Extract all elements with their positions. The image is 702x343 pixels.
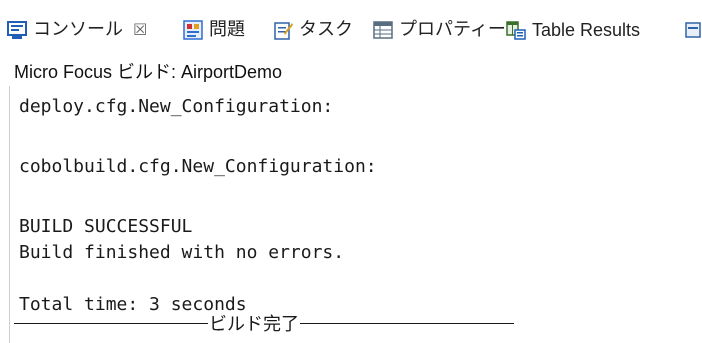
divider-rule-right xyxy=(300,322,514,324)
console-title: Micro Focus ビルド: AirportDemo xyxy=(14,62,283,82)
problems-icon xyxy=(182,19,204,41)
console-view: コンソール ☒ 問題 タスク プロパティー Table Results Micr… xyxy=(0,0,702,343)
properties-icon xyxy=(372,19,394,41)
tab-problems[interactable]: 問題 xyxy=(182,12,245,48)
divider-rule-left xyxy=(14,322,208,324)
table-results-icon xyxy=(505,19,527,41)
tab-console[interactable]: コンソール ☒ xyxy=(6,12,147,48)
tab-console-label: コンソール xyxy=(33,19,123,40)
tab-table-results[interactable]: Table Results xyxy=(505,12,640,48)
console-line-build-status: BUILD SUCCESSFUL xyxy=(19,216,193,237)
build-complete-label: ビルド完了 xyxy=(209,314,299,335)
console-line-build-finished: Build finished with no errors. xyxy=(19,242,345,263)
tab-properties[interactable]: プロパティー xyxy=(372,12,506,48)
tab-overflow[interactable] xyxy=(684,12,702,48)
console-icon xyxy=(6,19,28,41)
console-output[interactable]: deploy.cfg.New_Configuration: cobolbuild… xyxy=(19,94,699,318)
build-complete-divider: ビルド完了 xyxy=(14,310,514,336)
tab-table-results-label: Table Results xyxy=(532,20,641,40)
console-left-border xyxy=(9,86,10,343)
tab-tasks-label: タスク xyxy=(299,19,353,40)
tab-tasks[interactable]: タスク xyxy=(272,12,353,48)
console-line-deploy: deploy.cfg.New_Configuration: xyxy=(19,96,334,117)
tab-problems-label: 問題 xyxy=(209,19,245,40)
tasks-icon xyxy=(272,19,294,41)
view-tab-bar: コンソール ☒ 問題 タスク プロパティー Table Results xyxy=(0,0,702,58)
tab-properties-label: プロパティー xyxy=(399,19,506,40)
console-line-cobolbuild: cobolbuild.cfg.New_Configuration: xyxy=(19,156,377,177)
next-view-icon xyxy=(684,19,702,41)
close-icon[interactable]: ☒ xyxy=(133,12,147,48)
